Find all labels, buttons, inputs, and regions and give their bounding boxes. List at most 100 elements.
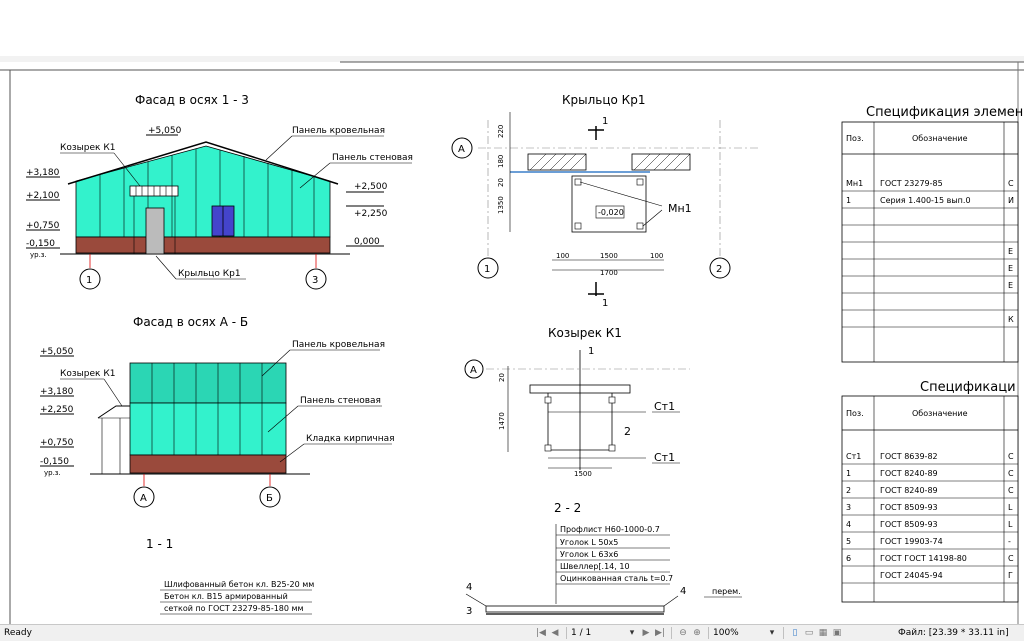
layer-3: сеткой по ГОСТ 23279-85-180 мм (164, 604, 304, 613)
s22-layer-2: Уголок L 50х5 (560, 538, 618, 547)
zoom-dropdown-icon[interactable]: ▾ (765, 626, 779, 640)
section22-title: 2 - 2 (554, 501, 581, 515)
spec1-cell-tail: Е (1008, 247, 1013, 256)
spec1-cell-tail: И (1008, 196, 1014, 205)
porch-dim-h1: 100 (556, 252, 569, 260)
page-indicator[interactable]: 1 / 1 (571, 626, 625, 641)
s22-mark-4-left: 4 (466, 582, 472, 593)
label-canopy-k1-b: Козырек К1 (60, 369, 115, 379)
s22-layer-3: Уголок L 63х6 (560, 550, 618, 559)
spec2-title: Спецификаци (920, 380, 1016, 395)
spec2-table: Поз. Обозначение Ст1 ГОСТ 8639-82 С 1 ГОСТ 8… (841, 395, 1019, 603)
label-roof-panel: Панель кровельная (292, 126, 385, 136)
spec2-cell-code: ГОСТ 8509-93 (880, 503, 938, 512)
canopy-dim-v2: 1470 (498, 412, 506, 430)
top-whitespace (0, 0, 1024, 56)
label-canopy-k1: Козырек К1 (60, 143, 115, 153)
file-size: Файл: [23.39 * 33.11 in] (898, 627, 1009, 638)
canopy-mark-st1-b: Ст1 (654, 451, 675, 464)
zoom-out-icon[interactable]: ⊖ (676, 626, 690, 640)
single-page-icon[interactable]: ▯ (788, 626, 802, 640)
next-page-icon[interactable]: ▶ (639, 626, 653, 640)
level-2250: +2,250 (354, 209, 388, 219)
spec2-cell-tail: С (1008, 554, 1014, 563)
level-2500: +2,500 (354, 182, 388, 192)
spec2-cell-tail: - (1008, 537, 1011, 546)
porch-dim-h3: 100 (650, 252, 663, 260)
axis-1: 1 (86, 275, 92, 286)
first-page-icon[interactable]: |◀ (534, 626, 548, 640)
canopy-title: Козырек К1 (548, 326, 622, 340)
page-dropdown-icon[interactable]: ▾ (625, 626, 639, 640)
fit-view-icon[interactable]: ▣ (830, 626, 844, 640)
axis-3: 3 (312, 275, 318, 286)
spec2-header-code: Обозначение (912, 409, 968, 418)
canopy-cut-1: 1 (588, 346, 594, 357)
spec2-cell-pos: 6 (846, 554, 851, 563)
spec2-cell-code: ГОСТ ГОСТ 14198-80 (880, 554, 967, 563)
label-wall-panel-b: Панель стеновая (300, 396, 381, 406)
porch-dim-h2: 1500 (600, 252, 618, 260)
canopy-dim-v1: 20 (498, 373, 506, 382)
spec2-cell-code: ГОСТ 8639-82 (880, 452, 938, 461)
porch-dim-v4: 1350 (497, 196, 505, 214)
porch-dim-h4: 1700 (600, 269, 618, 277)
porch-dim-v1: 220 (497, 125, 505, 138)
two-page-icon[interactable]: ▭ (802, 626, 816, 640)
facade2-title: Фасад в осях А - Б (133, 315, 248, 329)
spec2-cell-code: ГОСТ 8240-89 (880, 469, 938, 478)
spec2-cell-code: ГОСТ 8240-89 (880, 486, 938, 495)
spec2-cell-code: ГОСТ 24045-94 (880, 571, 943, 580)
spec1-cell-code: ГОСТ 23279-85 (880, 179, 943, 188)
label-roof-panel-b: Панель кровельная (292, 340, 385, 350)
spec1-cell-code: Серия 1.400-15 вып.0 (880, 196, 971, 205)
drawing-sheet: Фасад в осях 1 - 3 +5,050 +3,180 +2,100 (0, 61, 1024, 624)
label-porch-kr1: Крыльцо Кр1 (178, 269, 241, 279)
spec1-header-code: Обозначение (912, 134, 968, 143)
cut-1-bottom: 1 (602, 298, 608, 309)
porch-mark-mn1: Мн1 (668, 202, 692, 215)
spec1-table: Поз. Обозначение Мн1 ГОСТ 23279-85 С 1 Серия… (841, 121, 1019, 363)
canopy-dim-h: 1500 (574, 470, 592, 478)
spec1-header-pos: Поз. (846, 134, 864, 143)
section11-title: 1 - 1 (146, 537, 173, 551)
s22-layer-5: Оцинкованная сталь t=0.7 (560, 574, 673, 583)
axis-a: А (140, 493, 147, 504)
spec1-cell-tail: Е (1008, 264, 1013, 273)
spec2-cell-pos: Ст1 (846, 452, 861, 461)
spec2-cell-pos: 1 (846, 469, 851, 478)
porch-axis-1: 1 (484, 264, 490, 275)
spec2-cell-tail: С (1008, 469, 1014, 478)
facade1-title: Фасад в осях 1 - 3 (135, 93, 249, 107)
spec1-cell-tail: С (1008, 179, 1014, 188)
zoom-in-icon[interactable]: ⊕ (690, 626, 704, 640)
spec2-cell-tail: L (1008, 503, 1013, 512)
spec2-cell-tail: L (1008, 520, 1013, 529)
spec1-title: Спецификация элемен (866, 105, 1023, 120)
spec1-cell-tail: К (1008, 315, 1014, 324)
label-wall-panel: Панель стеновая (332, 153, 413, 163)
canopy-cut-2: 2 (624, 425, 631, 438)
label-brick: Кладка кирпичная (306, 434, 395, 444)
s22-layer-4: Швеллер[.14, 10 (560, 562, 630, 571)
grid-view-icon[interactable]: ▦ (816, 626, 830, 640)
s22-layer-1: Профлист Н60-1000-0.7 (560, 525, 660, 534)
spec2-cell-tail: Г (1008, 571, 1013, 580)
spec2-cell-code: ГОСТ 8509-93 (880, 520, 938, 529)
spec2-cell-pos: 5 (846, 537, 851, 546)
spec2-cell-code: ГОСТ 19903-74 (880, 537, 943, 546)
spec2-cell-tail: С (1008, 486, 1014, 495)
porch-axis-2: 2 (716, 264, 722, 275)
prev-page-icon[interactable]: ◀ (548, 626, 562, 640)
spec2-cell-pos: 3 (846, 503, 851, 512)
status-ready: Ready (4, 627, 32, 638)
spec2-cell-tail: С (1008, 452, 1014, 461)
axis-b: Б (266, 493, 273, 504)
drawing-viewport[interactable]: Фасад в осях 1 - 3 +5,050 +3,180 +2,100 (0, 56, 1024, 624)
cut-1-top: 1 (602, 116, 608, 127)
last-page-icon[interactable]: ▶| (653, 626, 667, 640)
spec1-cell-tail: Е (1008, 281, 1013, 290)
s22-mark-3: 3 (466, 606, 472, 617)
zoom-level[interactable]: 100% (713, 626, 765, 641)
spec1-cell-pos: 1 (846, 196, 851, 205)
